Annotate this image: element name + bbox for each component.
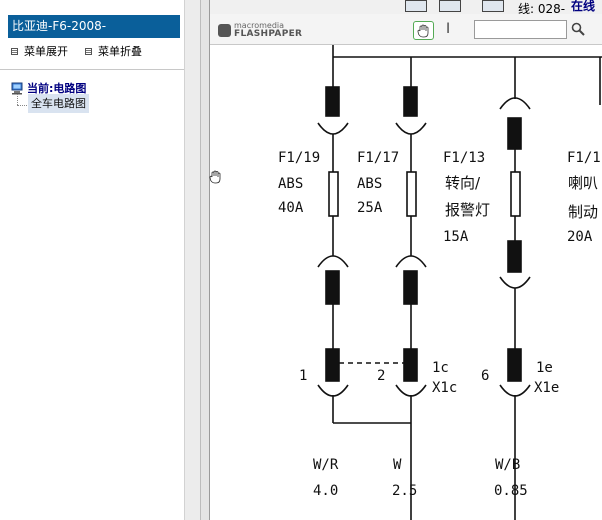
connector-block (403, 348, 418, 382)
connector-block (325, 348, 340, 382)
fuse-rating-label: 20A (567, 229, 593, 245)
connector-hook (395, 255, 427, 268)
window-top-strip: 在线 线: 028-87038 (210, 0, 602, 31)
collapse-icon (85, 47, 92, 55)
wire-color-label: W/R (313, 457, 339, 473)
fuse-name-label: 喇叭 (568, 174, 599, 192)
connector-block (325, 270, 340, 305)
pin-label: X1e (534, 380, 560, 396)
fuse-id-label: F1/1 (567, 150, 601, 166)
search-icon[interactable] (570, 21, 586, 37)
connector-block (403, 86, 418, 117)
fuse-f1-13 (510, 171, 521, 217)
toolbar-button-2[interactable] (439, 0, 461, 12)
fuse-f1-19 (328, 171, 339, 217)
fuse-name-label: ABS (357, 176, 383, 192)
wire-size-label: 4.0 (313, 483, 339, 499)
document-viewport[interactable]: F1/19 ABS 40A F1/17 ABS 25A F1/13 转向/ 报警… (210, 45, 602, 520)
wire-size-label: 0.85 (494, 483, 528, 499)
pin-label: 2 (377, 368, 386, 384)
fuse-name-label: ABS (278, 176, 304, 192)
fuse-id-label: F1/13 (443, 150, 486, 166)
collapse-menu-label: 菜单折叠 (98, 45, 142, 58)
connector-hook (395, 384, 427, 397)
connector-hook (317, 384, 349, 397)
connector-hook (499, 384, 531, 397)
panel-splitter[interactable] (200, 0, 210, 520)
circuit-diagram (317, 45, 602, 520)
tree-item-full-circuit[interactable]: 全车电路图 (28, 93, 89, 113)
connector-block (507, 240, 522, 273)
pin-label: 1c (432, 360, 449, 376)
fuse-id-label: F1/17 (357, 150, 400, 166)
pin-label: 6 (481, 368, 490, 384)
fuse-name-label: 转向/ (445, 174, 481, 192)
connector-hook (317, 122, 349, 135)
divider (0, 69, 184, 70)
fuse-f1-17 (406, 171, 417, 217)
expand-icon (11, 47, 18, 55)
navigation-panel: 比亚迪-F6-2008- 菜单展开 菜单折叠 当前:电路图 全车电路图 (0, 0, 184, 520)
connector-hook (317, 255, 349, 268)
pin-label: 1e (536, 360, 553, 376)
fuse-rating-label: 25A (357, 200, 383, 216)
tree-item-label: 全车电路图 (28, 93, 89, 113)
document-title-bar: 比亚迪-F6-2008- (8, 15, 180, 38)
pin-label: 1 (299, 368, 308, 384)
connector-block (325, 86, 340, 117)
tree-connector (17, 105, 27, 106)
connector-block (507, 117, 522, 150)
connector-hook (395, 122, 427, 135)
toolbar-button-3[interactable] (482, 0, 504, 12)
connector-hook (499, 276, 531, 289)
fuse-rating-label: 15A (443, 229, 469, 245)
hand-cursor-icon (209, 170, 221, 184)
hand-icon (417, 24, 429, 37)
search-input[interactable] (474, 20, 567, 39)
wire-color-label: W (393, 457, 402, 473)
pin-label: X1c (432, 380, 458, 396)
connector-block (403, 270, 418, 305)
computer-icon (11, 82, 23, 94)
fuse-rating-label: 40A (278, 200, 304, 216)
logo-line2: FLASHPAPER (234, 29, 303, 39)
fuse-id-label: F1/19 (278, 150, 321, 166)
wire-size-label: 2.5 (392, 483, 418, 499)
macromedia-logo-icon (218, 23, 231, 37)
left-panel-scrollbar[interactable] (184, 0, 200, 520)
text-select-tool[interactable]: I (446, 21, 450, 37)
tree-connector (17, 94, 18, 105)
toolbar-button-1[interactable] (405, 0, 427, 12)
expand-menu-button[interactable]: 菜单展开 (11, 44, 68, 58)
connector-hook (499, 97, 531, 110)
fuse-name-label: 报警灯 (445, 201, 491, 219)
collapse-menu-button[interactable]: 菜单折叠 (85, 44, 142, 58)
connector-block (507, 348, 522, 382)
fuse-name-label: 制动 (568, 203, 599, 221)
document-title: 比亚迪-F6-2008- (12, 19, 107, 33)
wire-color-label: W/B (495, 457, 521, 473)
flashpaper-logo: macromedia FLASHPAPER (218, 22, 303, 39)
flashpaper-toolbar: macromedia FLASHPAPER I (210, 14, 602, 45)
expand-menu-label: 菜单展开 (24, 45, 68, 58)
hand-tool-button[interactable] (413, 21, 434, 40)
